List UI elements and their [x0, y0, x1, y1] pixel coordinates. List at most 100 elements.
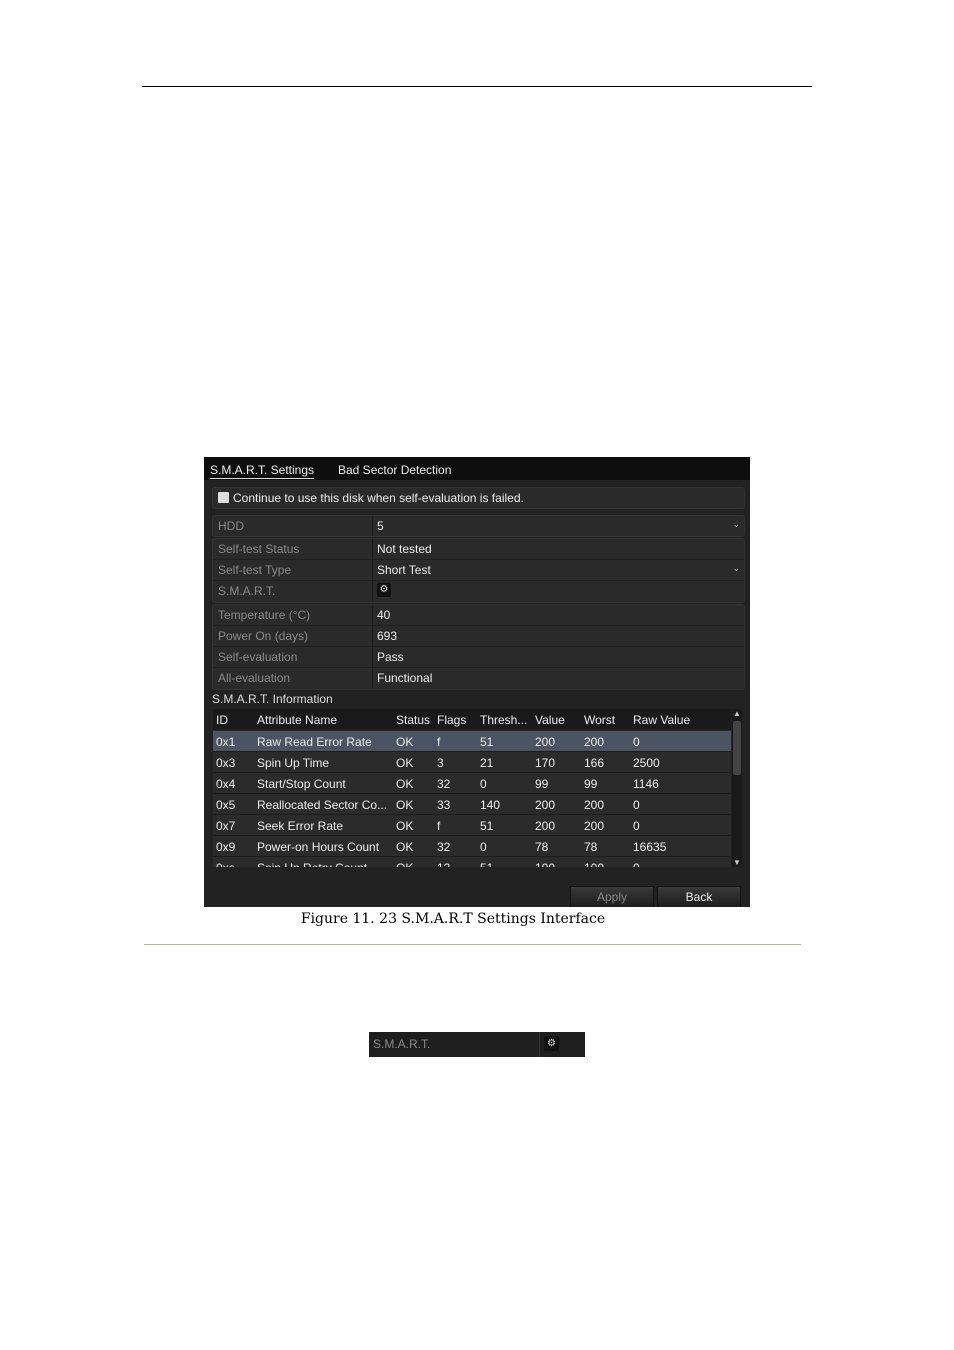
- table-cell: 0: [633, 861, 640, 867]
- status-group: Temperature (°C) 40 Power On (days) 693 Se…: [212, 604, 745, 690]
- tab-bad-sector-detection[interactable]: Bad Sector Detection: [338, 463, 451, 477]
- table-cell: OK: [396, 840, 414, 854]
- table-cell: 51: [480, 735, 494, 749]
- hdd-select[interactable]: HDD 5 ⌄: [212, 515, 745, 537]
- scrollbar[interactable]: ▲ ▼: [732, 709, 742, 867]
- column-header[interactable]: ID: [216, 713, 228, 727]
- table-cell: 200: [535, 735, 556, 749]
- scroll-down-icon[interactable]: ▼: [732, 858, 742, 867]
- document-page: S.M.A.R.T. Settings Bad Sector Detection…: [0, 0, 954, 1350]
- smart-settings-screenshot: S.M.A.R.T. Settings Bad Sector Detection…: [204, 457, 750, 907]
- table-header: ID Attribute Name Status Flags Thresh... Valu…: [213, 709, 731, 730]
- smart-information-title: S.M.A.R.T. Information: [212, 692, 333, 706]
- table-cell: 0: [633, 735, 640, 749]
- table-cell: 78: [584, 840, 598, 854]
- table-cell: OK: [396, 861, 413, 867]
- table-row[interactable]: 0x3 Spin Up Time OK 3 21 170 166 2500: [213, 752, 731, 773]
- table-row[interactable]: 0x5 Reallocated Sector Co... OK 33 140 200 200…: [213, 794, 731, 815]
- table-cell: 200: [535, 798, 556, 812]
- table-cell: f: [437, 819, 441, 833]
- gear-icon[interactable]: ⚙: [377, 583, 391, 597]
- table-cell: OK: [396, 756, 414, 770]
- field-label: Self-evaluation: [218, 650, 298, 664]
- field-value: Functional: [377, 671, 433, 685]
- table-cell: 99: [535, 777, 549, 791]
- table-cell: 140: [480, 798, 501, 812]
- table-cell: 200: [584, 819, 605, 833]
- smart-table: ID Attribute Name Status Flags Thresh... Valu…: [213, 709, 731, 867]
- table-cell: Spin Up Time: [257, 756, 330, 770]
- scroll-thumb[interactable]: [733, 721, 741, 775]
- table-cell: 100: [584, 861, 604, 867]
- table-row[interactable]: 0x4 Start/Stop Count OK 32 0 99 99 1146: [213, 773, 731, 794]
- table-cell: 0x5: [216, 798, 236, 812]
- self-test-type-select[interactable]: Self-test Type Short Test ⌄: [213, 560, 744, 581]
- field-label: Temperature (°C): [218, 608, 311, 622]
- chevron-down-icon: ⌄: [732, 519, 740, 529]
- smart-test-row: S.M.A.R.T. ⚙: [213, 581, 744, 601]
- column-header[interactable]: Worst: [584, 713, 615, 727]
- table-cell: 0x9: [216, 840, 236, 854]
- apply-button[interactable]: Apply: [570, 886, 654, 907]
- table-cell: 51: [480, 819, 494, 833]
- smart-button-image: S.M.A.R.T. ⚙: [369, 1032, 585, 1057]
- table-cell: 0xa: [216, 861, 235, 867]
- table-cell: 0x1: [216, 735, 236, 749]
- table-row[interactable]: 0x1 Raw Read Error Rate OK f 51 200 200 0: [213, 731, 731, 752]
- column-header[interactable]: Thresh...: [480, 713, 527, 727]
- gear-icon: ⚙: [544, 1036, 559, 1051]
- table-cell: f: [437, 735, 441, 749]
- table-cell: 0x4: [216, 777, 236, 791]
- table-cell: 100: [535, 861, 555, 867]
- table-cell: 200: [584, 735, 605, 749]
- table-cell: 21: [480, 756, 494, 770]
- column-header[interactable]: Attribute Name: [257, 713, 337, 727]
- table-row[interactable]: 0x9 Power-on Hours Count OK 32 0 78 78 16635: [213, 836, 731, 857]
- table-cell: OK: [396, 819, 414, 833]
- hdd-label: HDD: [218, 519, 244, 533]
- table-cell: 0x3: [216, 756, 236, 770]
- table-cell: Reallocated Sector Co...: [257, 798, 388, 812]
- table-cell: 0: [480, 840, 487, 854]
- self-test-status-row: Self-test Status Not tested: [213, 539, 744, 560]
- table-cell: 1146: [633, 777, 659, 791]
- continue-label: Continue to use this disk when self-eval…: [233, 491, 524, 505]
- table-cell: 0x7: [216, 819, 236, 833]
- field-value: 40: [377, 608, 391, 622]
- table-cell: 0: [480, 777, 487, 791]
- field-label: Self-test Type: [218, 563, 292, 577]
- figure-caption: Figure 11. 23 S.M.A.R.T Settings Interfa…: [300, 911, 606, 927]
- column-header[interactable]: Value: [535, 713, 565, 727]
- table-row[interactable]: 0xa Spin Up Retry Count OK 13 51 100 100 0: [213, 857, 731, 867]
- column-header[interactable]: Raw Value: [633, 713, 690, 727]
- field-label: Power On (days): [218, 629, 309, 643]
- back-button[interactable]: Back: [657, 886, 741, 907]
- table-row[interactable]: 0x7 Seek Error Rate OK f 51 200 200 0: [213, 815, 731, 836]
- field-label: Self-test Status: [218, 542, 300, 556]
- column-header[interactable]: Status: [396, 713, 430, 727]
- self-test-group: Self-test Status Not tested Self-test Ty…: [212, 538, 745, 603]
- field-value: Pass: [377, 650, 404, 664]
- table-cell: Spin Up Retry Count: [257, 861, 367, 867]
- self-evaluation-row: Self-evaluation Pass: [213, 647, 744, 668]
- continue-checkbox[interactable]: [218, 492, 229, 503]
- table-cell: 0: [633, 819, 640, 833]
- table-cell: Power-on Hours Count: [257, 840, 380, 854]
- tab-smart-settings[interactable]: S.M.A.R.T. Settings: [210, 463, 315, 479]
- table-cell: 0: [633, 798, 640, 812]
- field-value: 693: [377, 629, 398, 643]
- continue-row: Continue to use this disk when self-eval…: [212, 487, 745, 509]
- scroll-up-icon[interactable]: ▲: [732, 709, 742, 718]
- table-cell: Seek Error Rate: [257, 819, 344, 833]
- all-evaluation-row: All-evaluation Functional: [213, 668, 744, 688]
- power-on-row: Power On (days) 693: [213, 626, 744, 647]
- table-cell: OK: [396, 735, 414, 749]
- table-cell: 2500: [633, 756, 660, 770]
- column-header[interactable]: Flags: [437, 713, 466, 727]
- field-label: S.M.A.R.T.: [218, 584, 276, 598]
- temperature-row: Temperature (°C) 40: [213, 605, 744, 626]
- table-cell: OK: [396, 777, 414, 791]
- table-cell: 33: [437, 798, 451, 812]
- table-cell: 170: [535, 756, 556, 770]
- table-cell: 78: [535, 840, 549, 854]
